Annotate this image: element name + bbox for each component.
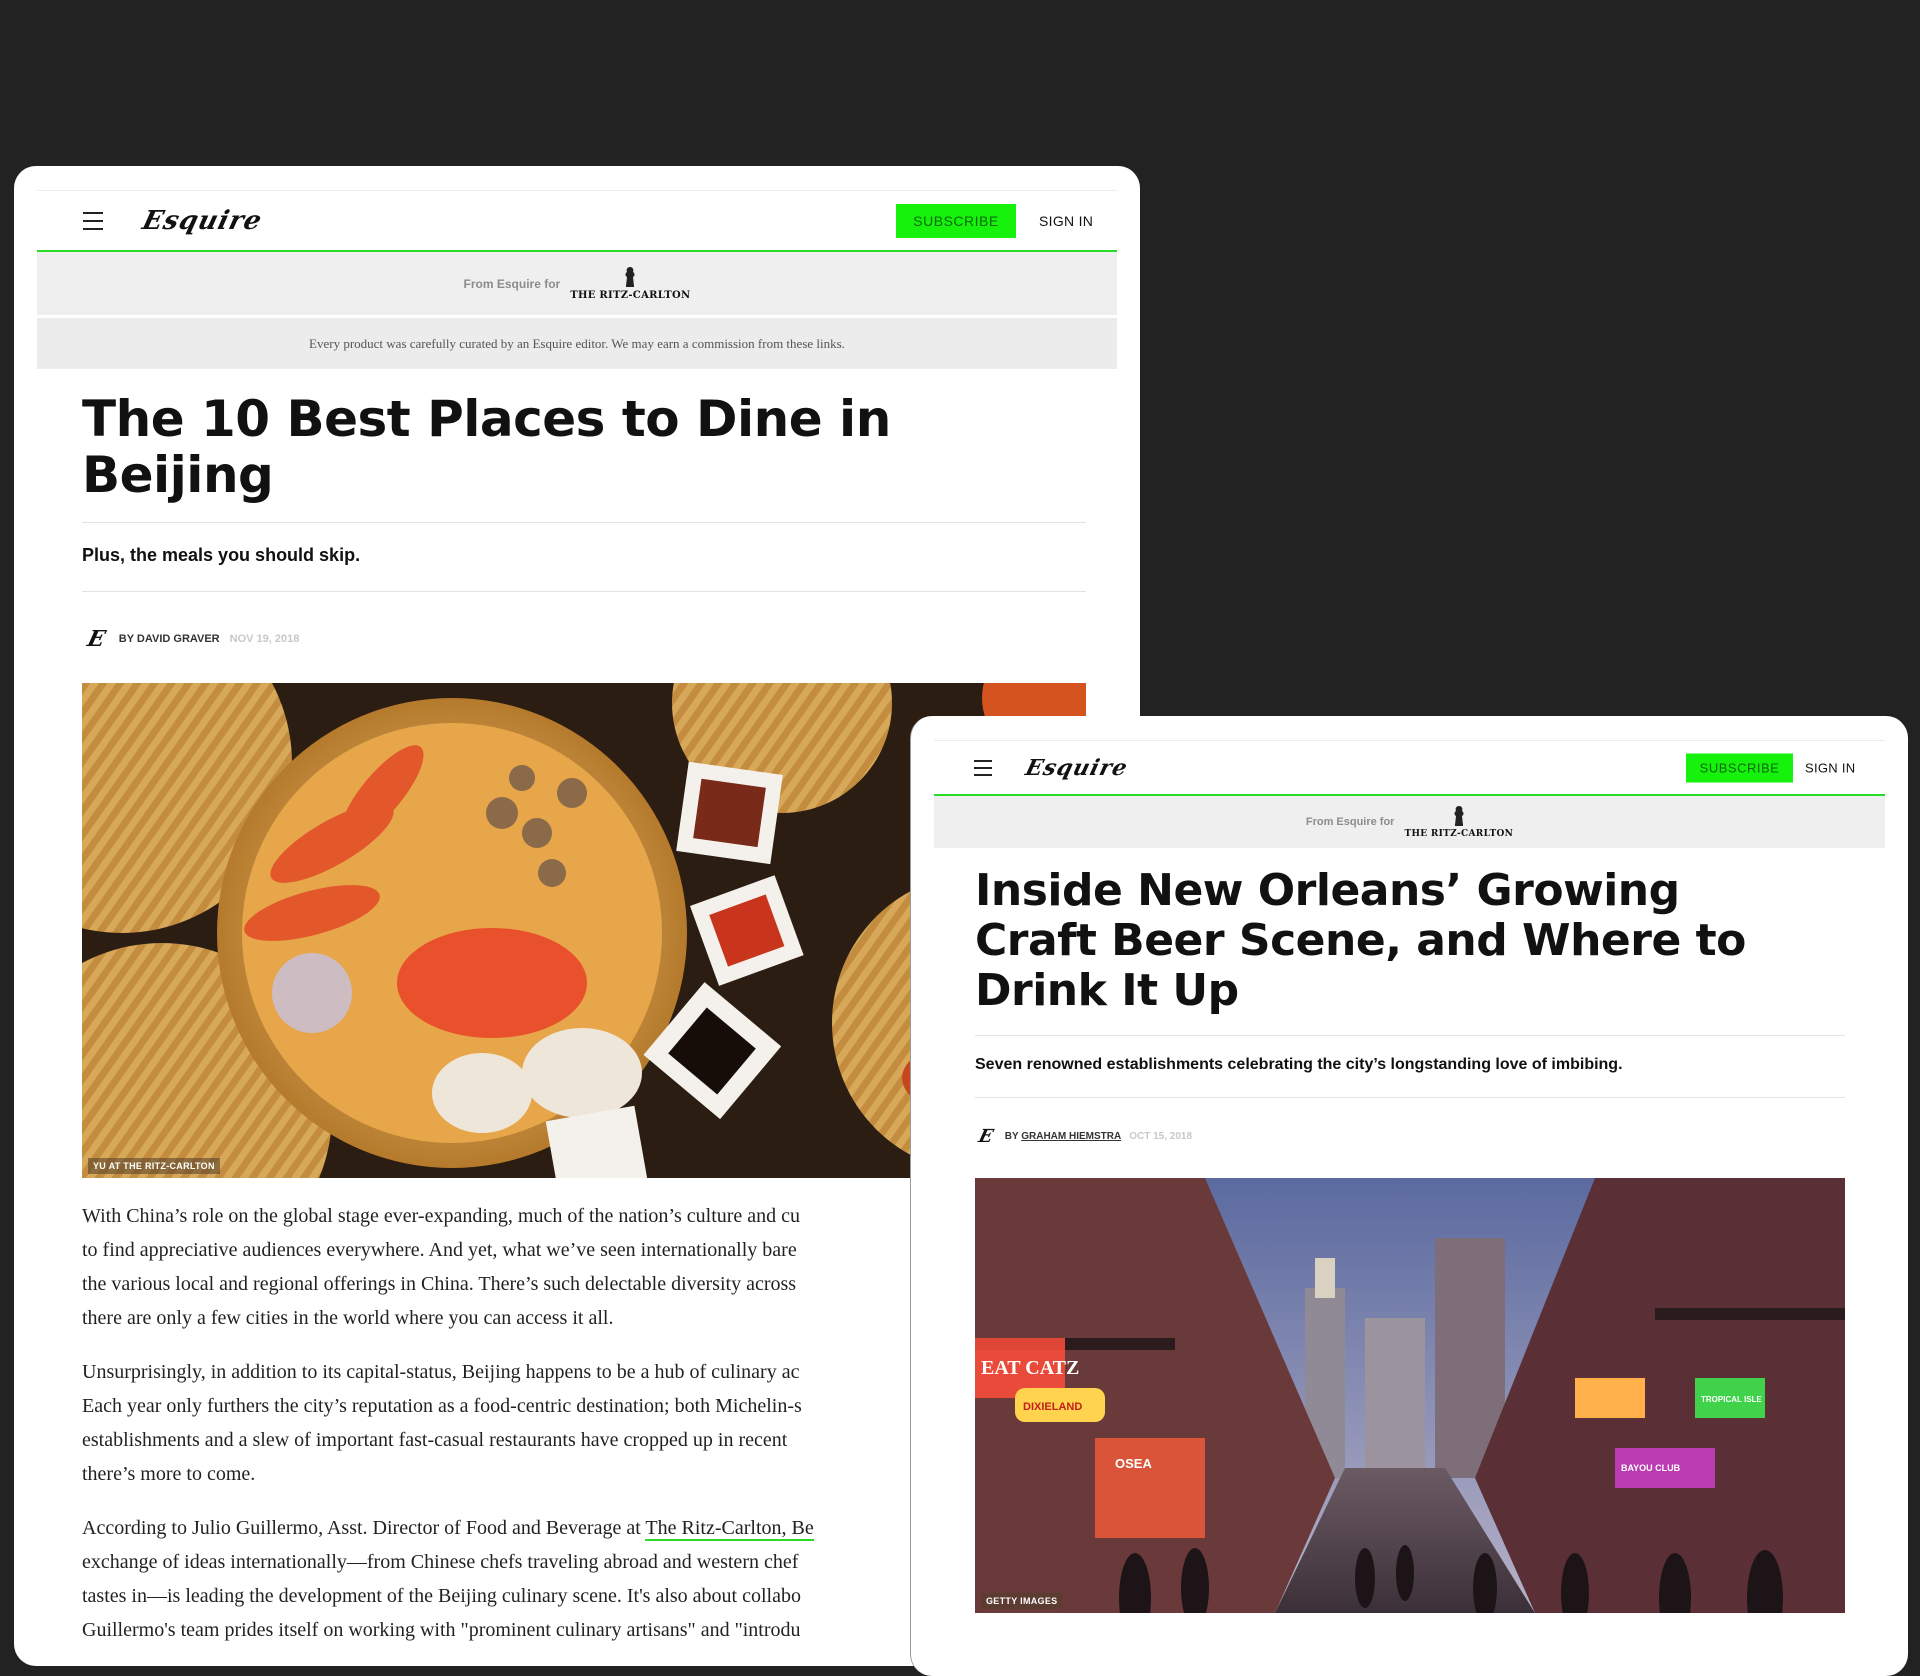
body-line: the various local and regional offerings… xyxy=(82,1273,797,1295)
article-dek: Seven renowned establishments celebratin… xyxy=(975,1056,1623,1073)
ritz-carlton-logo: THE RITZ-CARLTON xyxy=(570,266,690,301)
sign-dixieland: DIXIELAND xyxy=(1023,1401,1082,1413)
article-title: The 10 Best Places to Dine in Beijing xyxy=(82,391,891,503)
ritz-carlton-logo: THE RITZ-CARLTON xyxy=(1404,805,1513,839)
byline-date: NOV 19, 2018 xyxy=(229,633,300,645)
subscribe-button[interactable]: SUBSCRIBE xyxy=(1686,753,1793,782)
menu-icon[interactable] xyxy=(974,759,992,776)
body-line: there’s more to come. xyxy=(82,1463,256,1485)
sponsor-from-label: From Esquire for xyxy=(463,276,561,291)
body-line: Each year only furthers the city’s reput… xyxy=(82,1395,802,1417)
hero-image-bourbon-street: EAT CATZ DIXIELAND OSEA TROPICAL ISLE BA… xyxy=(975,1178,1845,1613)
body-line: tastes in—is leading the development of … xyxy=(82,1585,801,1607)
body-line: exchange of ideas internationally—from C… xyxy=(82,1551,799,1573)
sponsor-banner[interactable]: From Esquire for THE RITZ-CARLTON xyxy=(37,252,1117,315)
esquire-logo[interactable]: Esquire xyxy=(1023,755,1131,781)
article-title-line: Inside New Orleans’ Growing xyxy=(975,865,1680,916)
sign-in-link[interactable]: SIGN IN xyxy=(1805,760,1856,775)
article-title-line: Drink It Up xyxy=(975,965,1239,1016)
sponsor-banner[interactable]: From Esquire for THE RITZ-CARLTON xyxy=(934,796,1885,848)
byline-prefix: BY xyxy=(1004,1131,1022,1142)
image-credit: GETTY IMAGES xyxy=(981,1593,1063,1609)
site-header: Esquire SUBSCRIBE SIGN IN xyxy=(934,740,1885,797)
divider xyxy=(975,1035,1845,1036)
byline-author[interactable]: GRAHAM HIEMSTRA xyxy=(1021,1131,1121,1142)
sign-tropical-isle: TROPICAL ISLE xyxy=(1701,1395,1762,1404)
affiliate-disclaimer: Every product was carefully curated by a… xyxy=(37,318,1117,369)
sign-in-link[interactable]: SIGN IN xyxy=(1039,213,1093,229)
sponsor-partner-name: THE RITZ-CARLTON xyxy=(1404,829,1514,839)
esquire-logo[interactable]: Esquire xyxy=(139,206,265,236)
menu-icon[interactable] xyxy=(83,211,103,230)
byline-by: BY GRAHAM HIEMSTRA xyxy=(1005,1131,1122,1142)
body-line: Unsurprisingly, in addition to its capit… xyxy=(82,1361,800,1383)
byline: E BY DAVID GRAVER NOV 19, 2018 xyxy=(84,626,300,652)
body-line: to find appreciative audiences everywher… xyxy=(82,1239,797,1261)
site-header: Esquire SUBSCRIBE SIGN IN xyxy=(37,190,1117,253)
esquire-e-icon: E xyxy=(84,626,109,652)
body-line: there are only a few cities in the world… xyxy=(82,1307,614,1329)
sponsor-from-label: From Esquire for xyxy=(1305,816,1395,828)
esquire-e-icon: E xyxy=(976,1126,996,1147)
ritz-carlton-link[interactable]: The Ritz-Carlton, Be xyxy=(645,1517,814,1541)
article-dek: Plus, the meals you should skip. xyxy=(82,545,361,565)
article-title-line: The 10 Best Places to Dine in xyxy=(82,390,891,448)
article-title-line: Craft Beer Scene, and Where to xyxy=(975,915,1746,966)
byline-author[interactable]: BY DAVID GRAVER xyxy=(119,633,220,645)
divider xyxy=(82,522,1086,523)
sign-bayou-club: BAYOU CLUB xyxy=(1621,1463,1681,1473)
body-line: establishments and a slew of important f… xyxy=(82,1429,788,1451)
divider xyxy=(975,1097,1845,1098)
subscribe-button[interactable]: SUBSCRIBE xyxy=(896,203,1016,238)
lion-crest-icon xyxy=(1454,806,1464,826)
image-credit: YU AT THE RITZ-CARLTON xyxy=(88,1158,220,1174)
lion-crest-icon xyxy=(625,267,635,287)
byline: E BY GRAHAM HIEMSTRA OCT 15, 2018 xyxy=(976,1126,1193,1147)
article-card-new-orleans: Esquire SUBSCRIBE SIGN IN From Esquire f… xyxy=(910,716,1908,1676)
body-line: According to Julio Guillermo, Asst. Dire… xyxy=(82,1517,646,1539)
sponsor-partner-name: THE RITZ-CARLTON xyxy=(570,290,691,301)
article-title: Inside New Orleans’ Growing Craft Beer S… xyxy=(975,866,1746,1016)
hero-photo: EAT CATZ DIXIELAND OSEA TROPICAL ISLE BA… xyxy=(975,1178,1845,1613)
body-line: Guillermo's team prides itself on workin… xyxy=(82,1619,801,1641)
sign-eat-catz: EAT CATZ xyxy=(981,1357,1079,1379)
sign-osea: OSEA xyxy=(1115,1456,1152,1471)
divider xyxy=(82,591,1086,592)
body-line: With China’s role on the global stage ev… xyxy=(82,1205,801,1227)
article-title-line: Beijing xyxy=(82,446,274,504)
byline-date: OCT 15, 2018 xyxy=(1129,1131,1193,1142)
